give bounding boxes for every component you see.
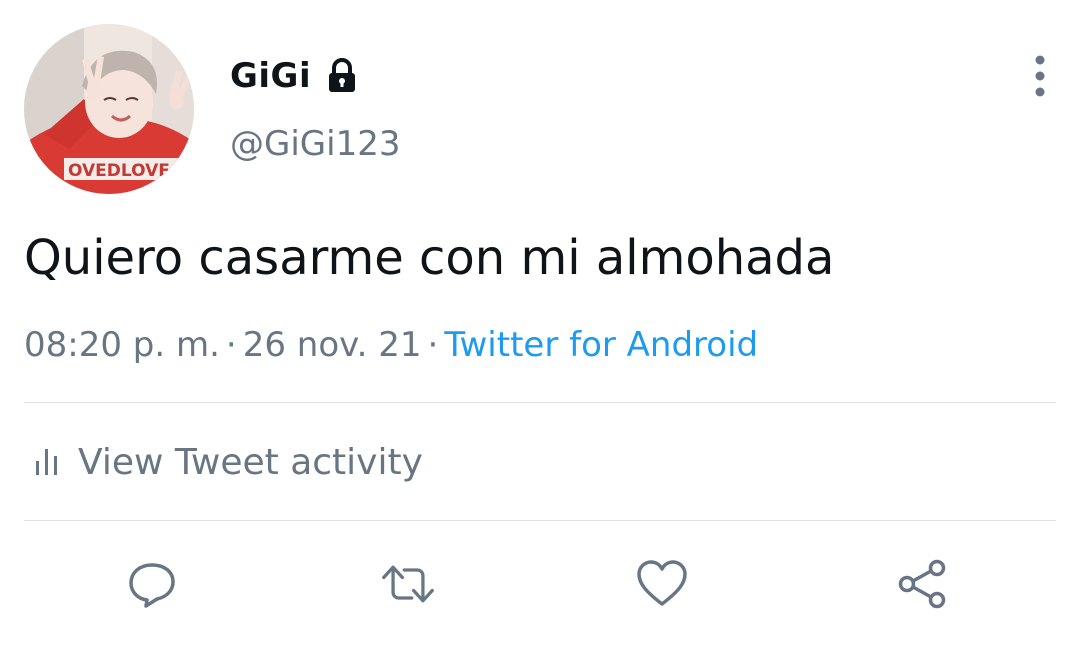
divider — [24, 402, 1056, 403]
retweet-icon — [382, 565, 434, 603]
reply-icon — [129, 563, 175, 608]
view-tweet-activity-label: View Tweet activity — [78, 441, 423, 483]
tweet-detail: OVEDLOVE GiGi @GiGi123 Quiero casarme co… — [0, 0, 1080, 659]
retweet-button[interactable] — [380, 556, 436, 612]
view-tweet-activity-button[interactable]: View Tweet activity — [34, 434, 423, 490]
share-button[interactable] — [894, 556, 950, 612]
bar-chart-icon — [34, 447, 62, 477]
tweet-source-link[interactable]: Twitter for Android — [444, 325, 758, 365]
tweet-text: Quiero casarme con mi almohada — [24, 230, 835, 286]
display-name[interactable]: GiGi — [230, 56, 311, 96]
tweet-actions — [0, 548, 1080, 618]
name-row: GiGi — [230, 52, 400, 100]
avatar[interactable]: OVEDLOVE — [24, 24, 194, 194]
svg-text:OVEDLOVE: OVEDLOVE — [68, 161, 170, 181]
divider — [24, 520, 1056, 521]
avatar-photo: OVEDLOVE — [24, 24, 194, 194]
user-handle[interactable]: @GiGi123 — [230, 124, 400, 164]
like-button[interactable] — [634, 556, 690, 612]
more-options-icon[interactable] — [1028, 54, 1052, 98]
tweet-header: OVEDLOVE GiGi @GiGi123 — [24, 24, 1056, 196]
user-info: GiGi @GiGi123 — [230, 52, 400, 164]
heart-icon — [637, 560, 687, 606]
reply-button[interactable] — [124, 556, 180, 612]
lock-icon — [325, 58, 359, 94]
tweet-meta: 08:20 p. m. · 26 nov. 21 · Twitter for Andro… — [24, 320, 758, 370]
tweet-date[interactable]: 26 nov. 21 — [243, 325, 422, 365]
meta-separator: · — [225, 325, 237, 365]
share-icon — [898, 559, 946, 609]
meta-separator: · — [427, 325, 439, 365]
tweet-time[interactable]: 08:20 p. m. — [24, 325, 220, 365]
